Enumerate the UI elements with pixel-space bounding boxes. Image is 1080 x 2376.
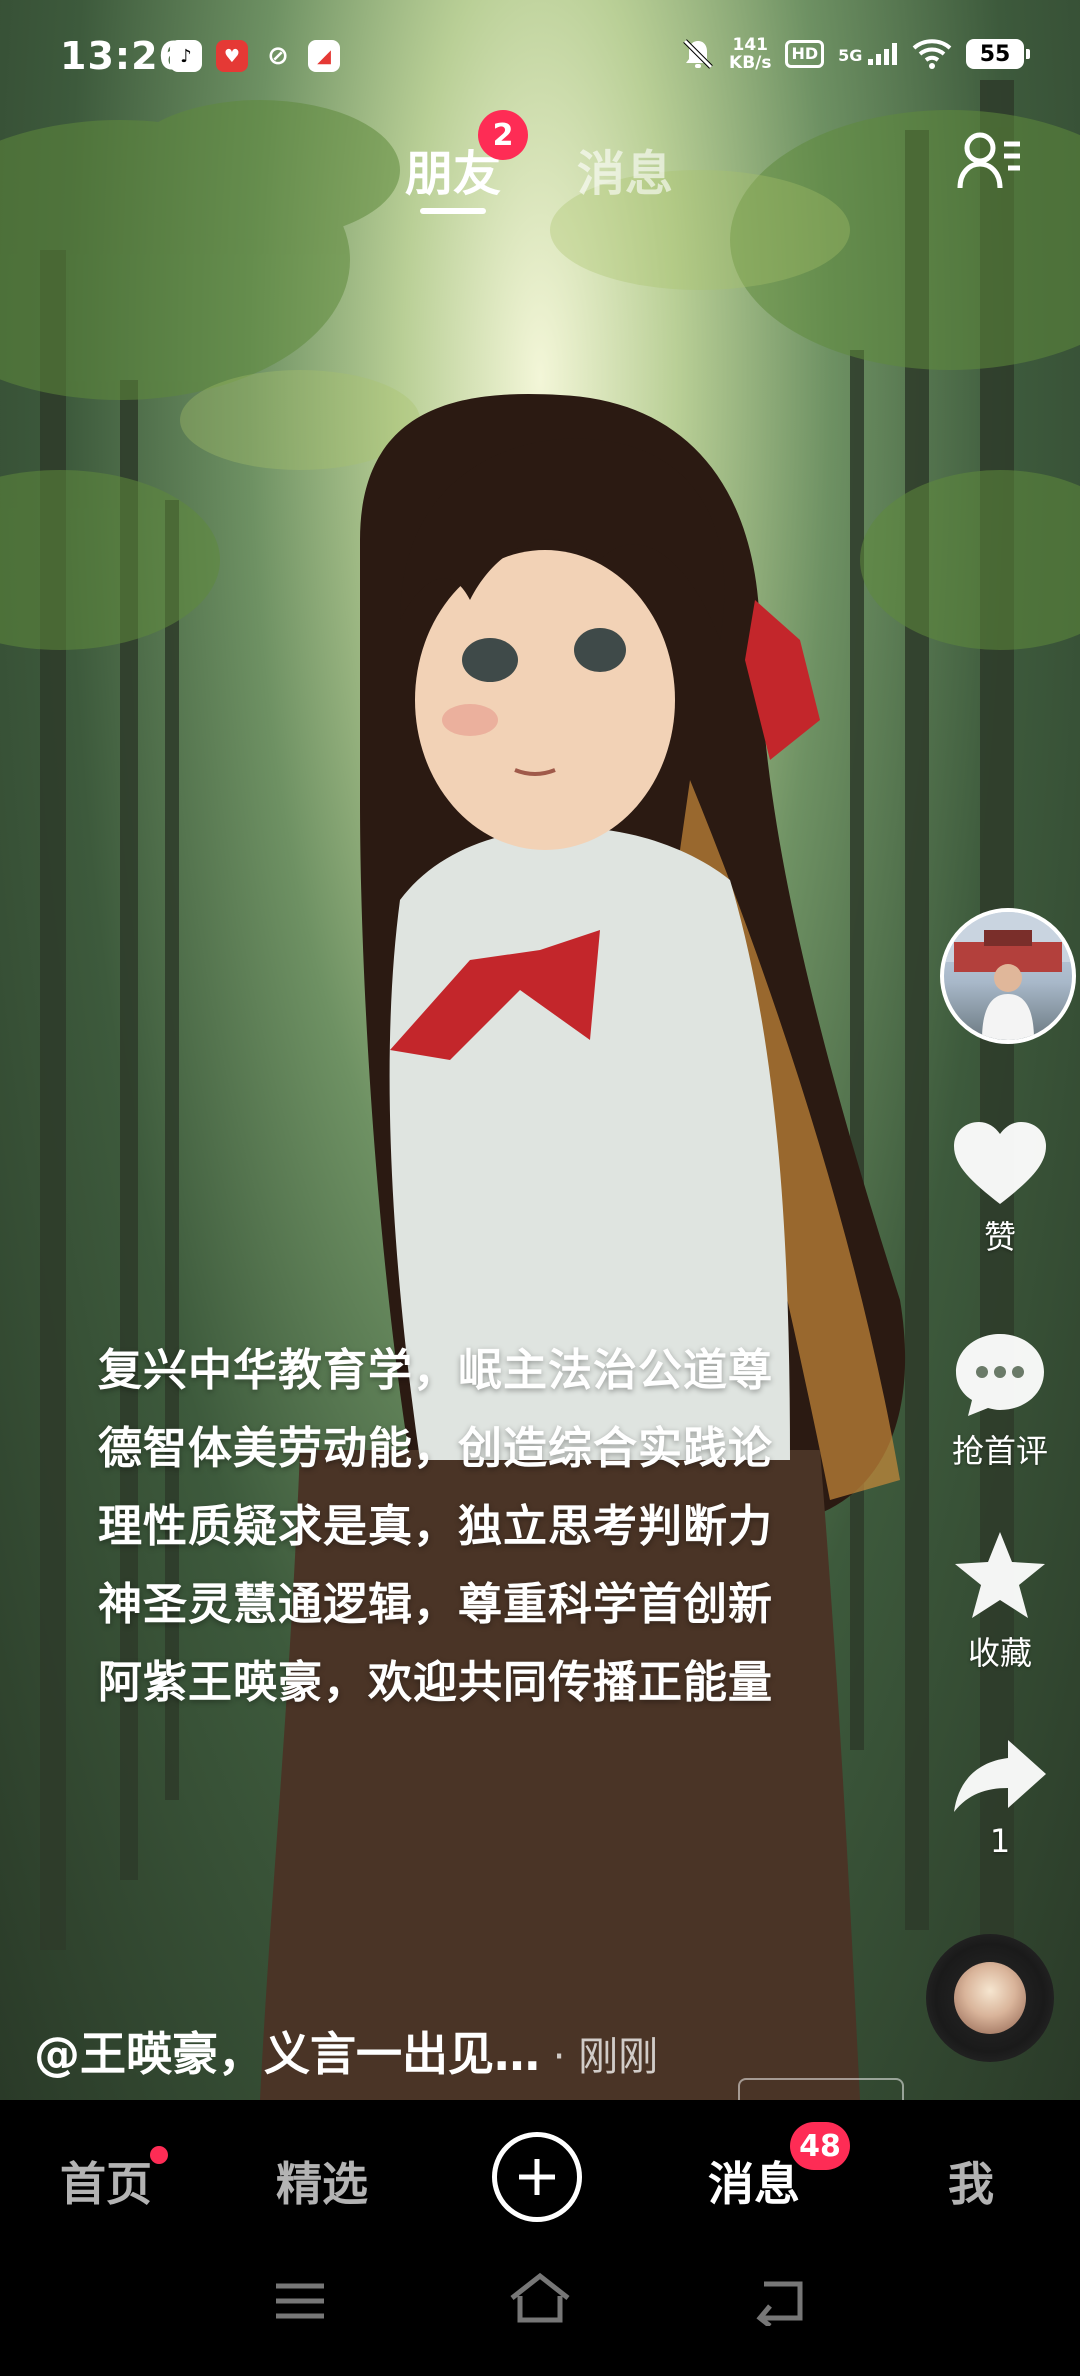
like-label: 赞 — [983, 1218, 1016, 1256]
net-speed-unit: KB/s — [729, 53, 772, 73]
heart-icon — [954, 1122, 1046, 1204]
caption-line: 复兴中华教育学，岷主法治公道尊 — [98, 1345, 773, 1396]
nav-home[interactable]: 首页 — [60, 2148, 152, 2214]
comment-label: 抢首评 — [951, 1432, 1048, 1470]
net-speed-value: 141 — [732, 35, 769, 55]
battery-indicator: 55 — [966, 39, 1030, 69]
status-time: 13:26 — [60, 34, 186, 78]
share-count: 1 — [989, 1822, 1011, 1860]
video-caption-text: 复兴中华教育学，岷主法治公道尊 德智体美劳动能，创造综合实践论 理性质疑求是真，… — [98, 1332, 858, 1722]
nav-me[interactable]: 我 — [948, 2148, 994, 2214]
caption-line: 神圣灵慧通逻辑，尊重科学首创新 — [98, 1579, 773, 1630]
comment-icon — [956, 1334, 1044, 1416]
caption-line: 德智体美劳动能，创造综合实践论 — [98, 1423, 773, 1474]
tab-messages[interactable]: 消息 — [577, 134, 673, 204]
video-background[interactable] — [0, 0, 1080, 2100]
author-avatar[interactable] — [940, 908, 1076, 1044]
hd-badge: HD — [785, 40, 825, 68]
star-icon — [955, 1532, 1045, 1618]
caption-line: 阿紫王暎豪，欢迎共同传播正能量 — [98, 1657, 773, 1708]
heart-app-icon: ♥ — [216, 40, 248, 72]
bottom-nav: 首页 精选 消息 48 我 — [0, 2100, 1080, 2250]
caption-line: 理性质疑求是真，独立思考判断力 — [98, 1501, 773, 1552]
avatar-photo-icon — [944, 912, 1072, 1040]
forest-girl-illustration — [0, 80, 1080, 2100]
menu-icon[interactable] — [270, 2276, 330, 2326]
wifi-icon — [912, 39, 952, 69]
home-icon[interactable] — [508, 2272, 572, 2326]
nav-featured[interactable]: 精选 — [276, 2148, 368, 2214]
create-button[interactable] — [492, 2132, 582, 2222]
home-red-dot — [150, 2146, 168, 2164]
compass-app-icon: ◢ — [308, 40, 340, 72]
friends-badge: 2 — [478, 110, 528, 160]
user-list-icon[interactable] — [956, 130, 1022, 198]
back-icon[interactable] — [752, 2276, 812, 2326]
favorite-action[interactable]: 收藏 — [930, 1530, 1070, 1674]
system-nav-bar — [0, 2250, 1080, 2376]
author-description[interactable]: @王暎豪，义言一出见… — [34, 2027, 540, 2081]
signal-bars-icon — [868, 43, 897, 65]
screen: 13:26 ♪ ♥ ⊘ ◢ 141 KB/s HD 5G 55 朋友 2 消息 … — [0, 0, 1080, 2376]
network-label: 5G — [838, 46, 863, 65]
link-app-icon: ⊘ — [267, 41, 289, 71]
separator: · — [540, 2034, 579, 2080]
top-tabs: 朋友 2 消息 — [0, 110, 1080, 220]
status-app-icons: ♪ ♥ ⊘ ◢ — [170, 40, 340, 72]
share-arrow-icon — [954, 1740, 1046, 1812]
music-cover — [954, 1962, 1026, 2034]
status-bar: 13:26 ♪ ♥ ⊘ ◢ 141 KB/s HD 5G 55 — [0, 0, 1080, 110]
share-action[interactable]: 1 — [930, 1736, 1070, 1860]
favorite-label: 收藏 — [967, 1634, 1032, 1672]
author-line[interactable]: @王暎豪，义言一出见… · 刚刚 — [34, 2018, 658, 2084]
messages-badge: 48 — [790, 2122, 850, 2170]
signal-5g-icon: 5G — [838, 43, 898, 65]
music-disc[interactable] — [926, 1934, 1054, 2062]
post-time: 刚刚 — [578, 2034, 659, 2080]
comment-action[interactable]: 抢首评 — [930, 1330, 1070, 1472]
tab-active-underline — [420, 208, 486, 214]
plus-icon — [519, 2159, 555, 2195]
status-right: 141 KB/s HD 5G 55 — [681, 36, 1030, 72]
net-speed: 141 KB/s — [729, 36, 771, 72]
like-action[interactable]: 赞 — [930, 1120, 1070, 1258]
nav-messages[interactable]: 消息 — [708, 2148, 800, 2214]
mute-bell-icon — [683, 39, 713, 69]
douyin-app-icon: ♪ — [170, 40, 202, 72]
